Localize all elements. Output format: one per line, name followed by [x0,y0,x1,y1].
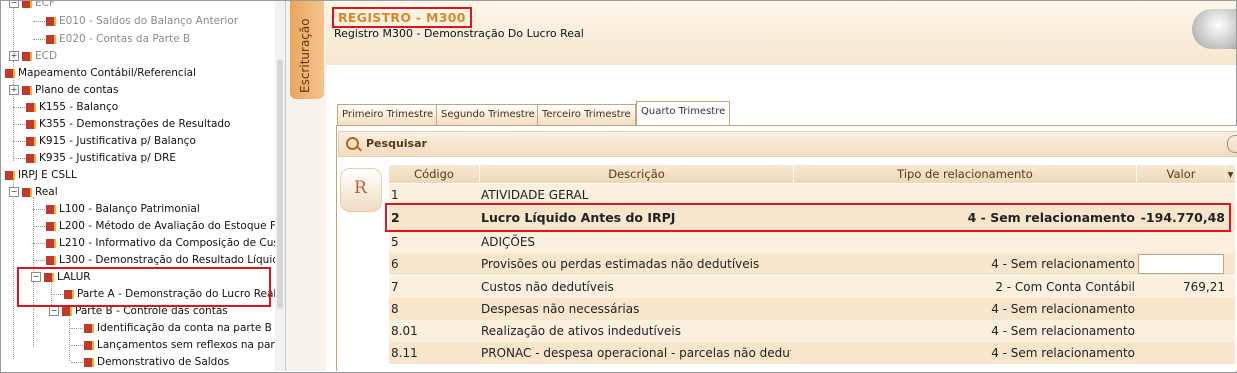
tree-item-k155[interactable]: K155 - Balanço [13,99,118,116]
tree-item-e010[interactable]: E010 - Saldos do Balanço Anterior [33,13,238,30]
highlight-row-box [385,203,1231,232]
register-icon [46,16,56,26]
column-header-valor[interactable]: Valor [1137,165,1226,183]
tab-segundo-trimestre[interactable]: Segundo Trimestre [436,104,540,125]
collapse-icon[interactable]: − [49,306,59,316]
folder-icon [22,1,32,8]
tree-item-real[interactable]: − Real [9,184,58,201]
page-title: REGISTRO - M300 [332,7,472,28]
register-icon [46,238,56,248]
tree-item-l100[interactable]: L100 - Balanço Patrimonial [33,201,200,218]
tab-terceiro-trimestre[interactable]: Terceiro Trimestre [537,104,636,125]
tree-item-k935[interactable]: K935 - Justificativa p/ DRE [13,150,176,167]
tree-item-e020[interactable]: E020 - Contas da Parte B [33,31,190,48]
tree-item-ecd[interactable]: + ECD [9,48,57,65]
scrollbar-thumb[interactable] [277,59,283,309]
register-icon [26,102,36,112]
table-row[interactable]: 8.01 Realização de ativos indedutíveis 4… [389,320,1235,343]
expand-icon[interactable]: + [9,85,19,95]
register-icon [46,34,56,44]
navigation-tree: − ECF E010 - Saldos do Balanço Anterior E… [1,1,276,371]
tree-item-k355[interactable]: K355 - Demonstrações de Resultado [13,116,230,133]
register-icon [26,119,36,129]
folder-icon [22,85,32,95]
report-button[interactable]: R [340,168,382,212]
tab-primeiro-trimestre[interactable]: Primeiro Trimestre [337,104,439,125]
register-icon [46,221,56,231]
collapse-icon[interactable]: − [9,187,19,197]
register-icon [46,255,56,265]
column-header-descricao[interactable]: Descrição [480,165,794,183]
tree-scrollbar[interactable] [275,1,286,371]
collapse-icon[interactable]: − [9,1,19,8]
register-icon [26,153,36,163]
tree-item-mapeamento[interactable]: Mapeamento Contábil/Referencial [5,65,196,82]
register-icon [84,323,94,333]
register-header: REGISTRO - M300 Registro M300 - Demonstr… [326,1,1236,65]
register-icon [84,357,94,367]
search-icon[interactable] [346,137,359,150]
tab-escrituracao[interactable]: Escrituração [290,1,324,99]
column-header-tipo[interactable]: Tipo de relacionamento [794,165,1137,183]
tree-item-irpj-csll[interactable]: IRPJ E CSLL [5,167,77,184]
tree-item-lancamentos[interactable]: Lançamentos sem reflexos na parte [71,337,275,354]
tree-item-k915[interactable]: K915 - Justificativa p/ Balanço [13,133,196,150]
collapse-toggle-icon[interactable] [1227,135,1237,153]
tree-item-l210[interactable]: L210 - Informativo da Composição de Cust… [33,235,275,252]
folder-icon [5,170,15,180]
valor-input[interactable] [1138,254,1224,274]
search-bar[interactable]: Pesquisar [338,131,1237,157]
tree-item-l200[interactable]: L200 - Método de Avaliação do Estoque Fi… [33,218,275,235]
tree-item-identificacao[interactable]: Identificação da conta na parte B [71,320,272,337]
folder-icon [5,68,15,78]
tree-item-plano-de-contas[interactable]: + Plano de contas [9,82,118,99]
table-row[interactable]: 8.11 PRONAC - despesa operacional - parc… [389,342,1235,365]
column-header-codigo[interactable]: Código [389,165,480,183]
tab-quarto-trimestre[interactable]: Quarto Trimestre [636,101,731,126]
table-row[interactable]: 8 Despesas não necessárias 4 - Sem relac… [389,298,1235,321]
register-icon [46,204,56,214]
highlight-lalur-box [17,267,271,307]
page-subtitle: Registro M300 - Demonstração Do Lucro Re… [334,27,584,40]
table-row[interactable]: 5 ADIÇÕES [389,231,1235,254]
column-menu-icon[interactable]: ▾ [1226,165,1236,183]
expand-icon[interactable]: + [9,51,19,61]
search-label[interactable]: Pesquisar [366,137,427,150]
register-icon [84,340,94,350]
table-row[interactable]: 7 Custos não dedutíveis 2 - Com Conta Co… [389,276,1235,299]
tree-item-demonstrativo[interactable]: Demonstrativo de Saldos [71,354,229,371]
table-row[interactable]: 6 Provisões ou perdas estimadas não dedu… [389,253,1235,276]
logo-icon [1192,9,1236,49]
folder-icon [22,187,32,197]
register-icon [26,136,36,146]
folder-icon [62,306,72,316]
folder-icon [22,51,32,61]
tree-item-ecf[interactable]: − ECF [9,1,55,12]
